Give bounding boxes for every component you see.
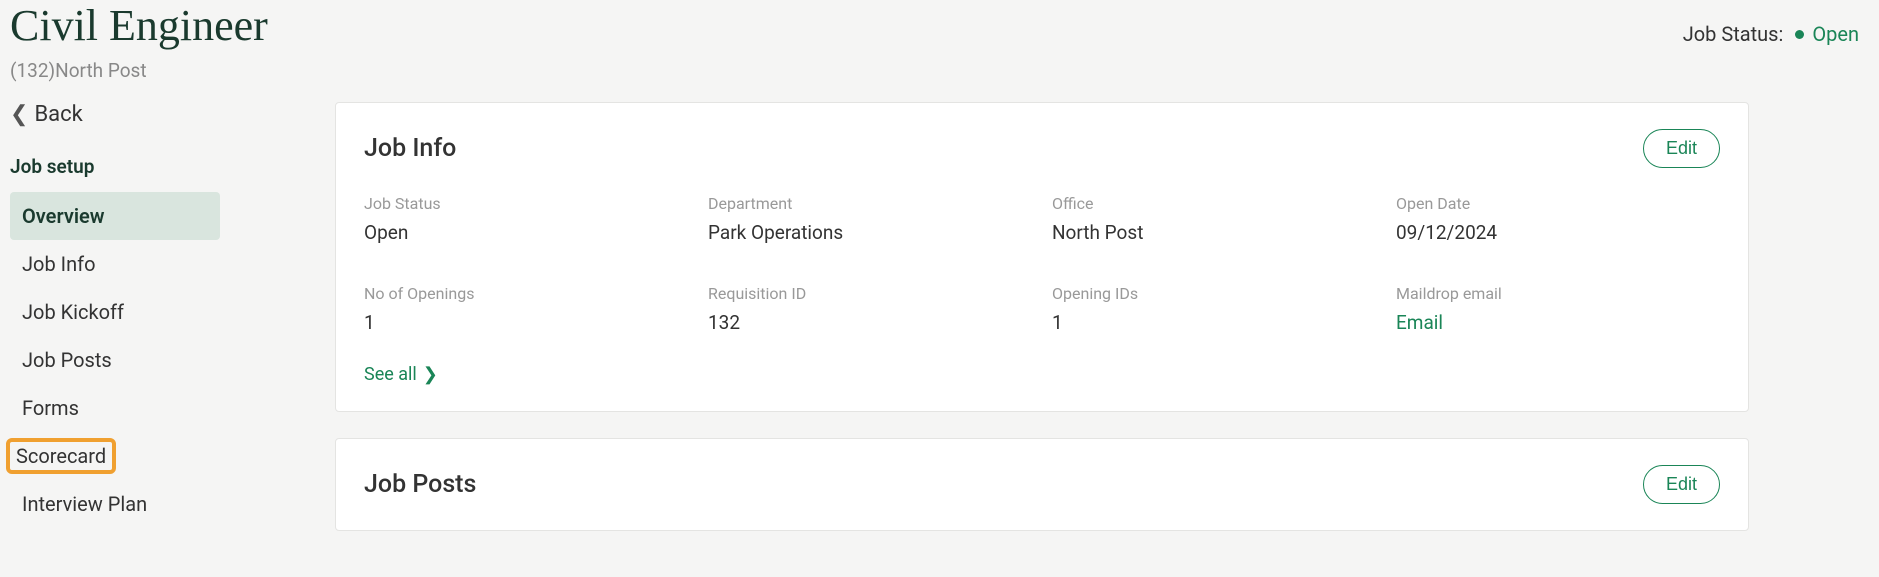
field-job-status: Job Status Open: [364, 194, 688, 244]
back-link[interactable]: ❮ Back: [10, 102, 325, 127]
see-all-label: See all: [364, 364, 417, 385]
sidebar-item-forms[interactable]: Forms: [10, 384, 220, 432]
sidebar-item-label: Job Posts: [22, 348, 112, 372]
edit-job-info-button[interactable]: Edit: [1643, 129, 1720, 168]
field-office: Office North Post: [1052, 194, 1376, 244]
sidebar-item-label: Job Info: [22, 252, 95, 276]
sidebar-item-label: Job Kickoff: [22, 300, 124, 324]
field-value: North Post: [1052, 221, 1376, 244]
sidebar-item-label: Scorecard: [16, 444, 106, 468]
field-label: Maildrop email: [1396, 284, 1720, 303]
sidebar-section-label: Job setup: [10, 155, 325, 178]
field-no-of-openings: No of Openings 1: [364, 284, 688, 334]
job-title: Civil Engineer: [10, 0, 268, 51]
sidebar-item-job-kickoff[interactable]: Job Kickoff: [10, 288, 220, 336]
sidebar-item-overview[interactable]: Overview: [10, 192, 220, 240]
see-all-link[interactable]: See all ❯: [364, 364, 438, 385]
field-maildrop-email: Maildrop email Email: [1396, 284, 1720, 334]
field-label: Opening IDs: [1052, 284, 1376, 303]
back-label: Back: [34, 102, 82, 127]
field-label: Job Status: [364, 194, 688, 213]
field-label: Requisition ID: [708, 284, 1032, 303]
job-status-header: Job Status: Open: [1683, 0, 1869, 46]
chevron-left-icon: ❮: [10, 102, 28, 127]
field-requisition-id: Requisition ID 132: [708, 284, 1032, 334]
sidebar-item-job-posts[interactable]: Job Posts: [10, 336, 220, 384]
sidebar-nav: Overview Job Info Job Kickoff Job Posts …: [10, 192, 220, 528]
sidebar-item-interview-plan[interactable]: Interview Plan: [10, 480, 220, 528]
field-opening-ids: Opening IDs 1: [1052, 284, 1376, 334]
field-label: No of Openings: [364, 284, 688, 303]
field-value: 1: [1052, 311, 1376, 334]
job-subtitle: (132)North Post: [10, 59, 268, 82]
edit-job-posts-button[interactable]: Edit: [1643, 465, 1720, 504]
sidebar-item-label: Forms: [22, 396, 79, 420]
status-dot-icon: [1795, 30, 1804, 39]
field-value: Park Operations: [708, 221, 1032, 244]
field-open-date: Open Date 09/12/2024: [1396, 194, 1720, 244]
main-content: Job Info Edit Job Status Open Department…: [335, 102, 1869, 557]
field-value: 09/12/2024: [1396, 221, 1720, 244]
field-department: Department Park Operations: [708, 194, 1032, 244]
maildrop-email-link[interactable]: Email: [1396, 311, 1720, 334]
sidebar-item-label: Overview: [22, 204, 105, 228]
field-value: 132: [708, 311, 1032, 334]
page-header: Civil Engineer (132)North Post Job Statu…: [10, 0, 1869, 102]
sidebar-item-job-info[interactable]: Job Info: [10, 240, 220, 288]
job-info-card: Job Info Edit Job Status Open Department…: [335, 102, 1749, 412]
chevron-right-icon: ❯: [423, 364, 438, 385]
job-status-label: Job Status:: [1683, 22, 1784, 46]
sidebar-item-scorecard[interactable]: Scorecard: [10, 442, 112, 470]
field-label: Open Date: [1396, 194, 1720, 213]
job-info-grid: Job Status Open Department Park Operatio…: [364, 194, 1720, 334]
field-label: Department: [708, 194, 1032, 213]
job-posts-card: Job Posts Edit: [335, 438, 1749, 531]
sidebar-item-label: Interview Plan: [22, 492, 147, 516]
field-value: Open: [364, 221, 688, 244]
job-posts-title: Job Posts: [364, 470, 476, 499]
sidebar: ❮ Back Job setup Overview Job Info Job K…: [10, 102, 335, 557]
field-value: 1: [364, 311, 688, 334]
field-label: Office: [1052, 194, 1376, 213]
job-status-value: Open: [1812, 22, 1859, 46]
job-info-title: Job Info: [364, 134, 456, 163]
